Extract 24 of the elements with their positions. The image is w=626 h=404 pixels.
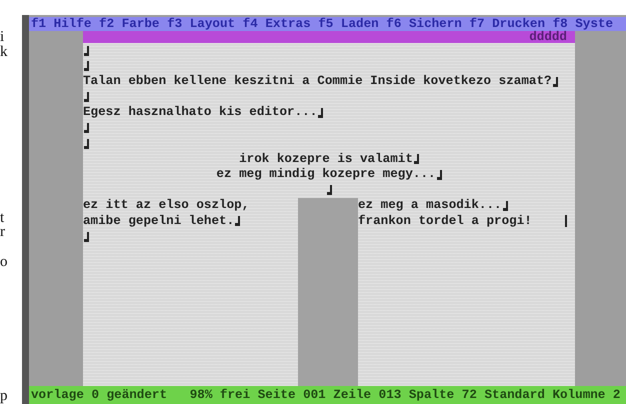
- menu-item[interactable]: f7 Drucken: [469, 17, 545, 31]
- text-line: Talan ebben kellene keszitni a Commie Inside kovetkezo szamat?: [83, 74, 552, 90]
- text-line: ez meg a masodik...: [358, 198, 502, 214]
- menu-item[interactable]: f2 Farbe: [99, 17, 160, 31]
- margin-letter: p: [0, 389, 8, 404]
- margin-letter: i: [0, 30, 4, 45]
- margin-letter: r: [0, 225, 5, 240]
- text-line: Egesz hasznalhato kis editor...: [83, 105, 318, 120]
- menu-item[interactable]: f3 Layout: [167, 17, 236, 31]
- header-text: ddddd: [529, 31, 567, 43]
- margin-letter: t: [0, 211, 4, 226]
- menu-item[interactable]: f1 Hilfe: [31, 17, 92, 31]
- menu-item[interactable]: f4 Extras: [242, 17, 311, 31]
- menu-item[interactable]: f8 Syste: [552, 17, 614, 31]
- text-line: ez meg mindig kozepre megy...: [216, 167, 436, 182]
- text-line: irok kozepre is valamit: [239, 152, 413, 167]
- text-line: ez itt az elso oszlop,: [83, 198, 250, 214]
- margin-letter: k: [0, 45, 8, 60]
- menu-item[interactable]: f6 Sichern: [386, 17, 462, 31]
- margin-letter: o: [0, 255, 8, 270]
- text-line: frankon tordel a progi!: [358, 214, 532, 229]
- status-text: vorlage 0 geändert 98% frei Seite 001 Zeile 013 Spalte 72 Standard Kolumne 2: [31, 388, 620, 402]
- menu-item[interactable]: f5 Laden: [318, 17, 379, 31]
- text-line: amibe gepelni lehet.: [83, 214, 234, 229]
